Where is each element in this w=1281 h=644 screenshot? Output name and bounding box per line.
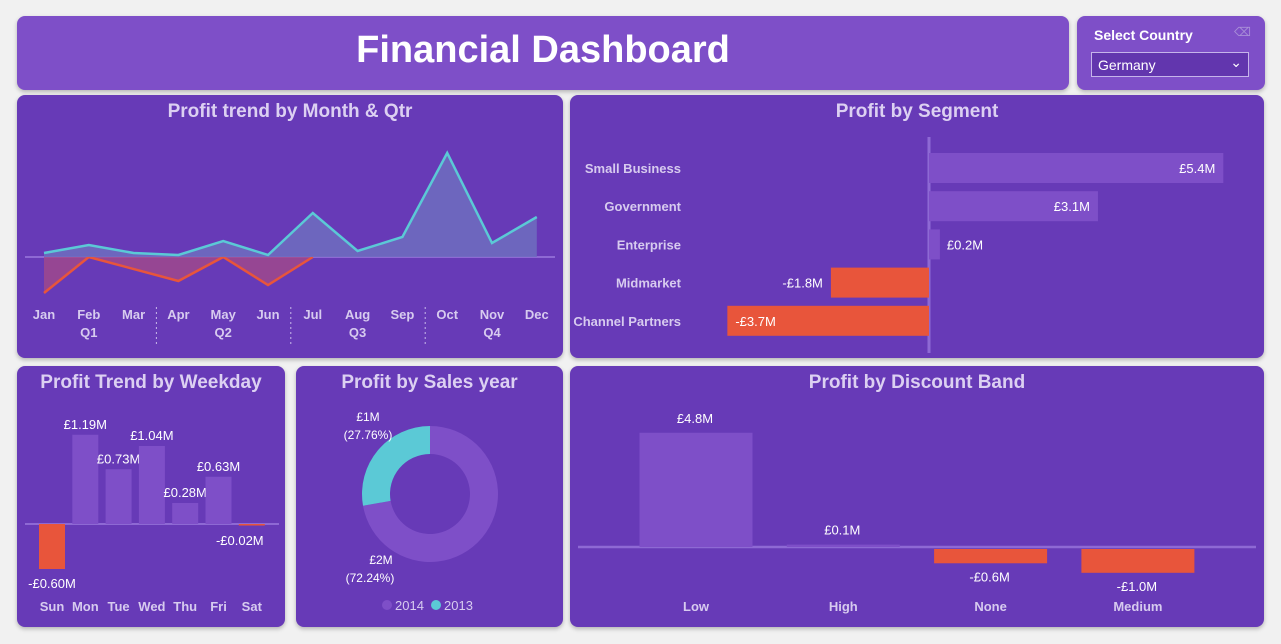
bar [929, 229, 940, 260]
page-title: Financial Dashboard [356, 29, 730, 71]
legend-marker [382, 600, 392, 610]
x-tick-label: Wed [138, 599, 165, 614]
selected-country: Germany [1098, 57, 1156, 73]
x-tick-label: Mar [122, 307, 145, 322]
quarter-label: Q1 [80, 325, 97, 340]
bar [39, 524, 65, 569]
x-tick-label: May [211, 307, 237, 322]
data-label: -£0.02M [216, 533, 264, 548]
data-label: £4.8M [677, 411, 713, 426]
data-label: -£1.0M [1117, 579, 1157, 594]
data-label: -£0.60M [28, 576, 76, 591]
x-tick-label: Apr [167, 307, 189, 322]
category-label: Small Business [585, 161, 681, 176]
x-tick-label: Low [683, 599, 710, 614]
discount-chart: £4.8M Low £0.1M High -£0.6M None -£1.0M Medium [578, 411, 1256, 614]
profit-month-card: Profit trend by Month & Qtr Jan Feb Mar Apr… [17, 95, 563, 358]
country-dropdown[interactable]: Germany ⌄ [1091, 52, 1249, 77]
data-label: -£1.8M [782, 276, 822, 291]
title-banner: Financial Dashboard [17, 16, 1069, 90]
x-tick-label: Nov [480, 307, 505, 322]
x-tick-label: High [829, 599, 858, 614]
legend-label: 2014 [395, 598, 424, 613]
profit-segment-card: Profit by Segment Small Business £5.4M Gov… [570, 95, 1264, 358]
quarter-label: Q4 [483, 325, 501, 340]
x-tick-label: Sun [40, 599, 65, 614]
x-tick-label: None [974, 599, 1007, 614]
profit-weekday-card: Profit Trend by Weekday -£0.60M Sun £1.19M… [17, 366, 285, 627]
quarter-label: Q2 [215, 325, 232, 340]
percent-label: (72.24%) [346, 571, 395, 585]
x-tick-label: Sat [242, 599, 263, 614]
x-tick-label: Medium [1113, 599, 1162, 614]
x-tick-label: Tue [108, 599, 130, 614]
data-label: £1.04M [130, 428, 173, 443]
x-tick-label: Mon [72, 599, 99, 614]
bar [639, 432, 753, 547]
data-label: £3.1M [1054, 199, 1090, 214]
profit-year-card: Profit by Sales year £1M (27.76%) £2M (72.2… [296, 366, 563, 627]
category-label: Government [604, 199, 681, 214]
x-tick-label: Sep [390, 307, 414, 322]
year-chart: £1M (27.76%) £2M (72.24%)2014 2013 [344, 410, 498, 613]
country-slicer[interactable]: Select Country ⌫ Germany ⌄ [1077, 16, 1265, 90]
bar [238, 524, 265, 526]
x-tick-label: Oct [436, 307, 458, 322]
bar [105, 469, 132, 524]
x-tick-label: Jan [33, 307, 55, 322]
bar [934, 549, 1048, 564]
series-2014-area [44, 153, 537, 257]
bar [72, 434, 99, 524]
data-label: £0.63M [197, 459, 240, 474]
bar [205, 476, 232, 524]
data-label: £5.4M [1179, 161, 1215, 176]
data-label: £2M [369, 553, 392, 567]
category-label: Enterprise [617, 237, 681, 252]
weekday-chart: -£0.60M Sun £1.19M Mon £0.73M Tue £1.04M Wed £0.… [25, 417, 279, 614]
category-label: Channel Partners [573, 314, 681, 329]
quarter-label: Q3 [349, 325, 366, 340]
x-tick-label: Jun [256, 307, 279, 322]
series-2013-area [44, 257, 313, 293]
legend-label: 2013 [444, 598, 473, 613]
data-label: -£3.7M [735, 314, 775, 329]
bar [830, 267, 929, 298]
month-chart: Jan Feb Mar Apr May Jun Jul Aug Sep Oct Nov Dec Q1 Q2… [25, 150, 555, 347]
bar [172, 503, 199, 524]
profit-discount-card: Profit by Discount Band £4.8M Low £0.1M Hig… [570, 366, 1264, 627]
percent-label: (27.76%) [344, 428, 393, 442]
data-label: £0.2M [947, 237, 983, 252]
chevron-down-icon: ⌄ [1230, 54, 1242, 70]
data-label: £1.19M [64, 417, 107, 432]
data-label: -£0.6M [969, 569, 1009, 584]
x-tick-label: Jul [303, 307, 322, 322]
x-tick-label: Feb [77, 307, 100, 322]
data-label: £0.73M [97, 451, 140, 466]
segment-chart: Small Business £5.4M Government £3.1M Enterp… [573, 137, 1224, 353]
data-label: £0.28M [164, 485, 207, 500]
x-tick-label: Thu [173, 599, 197, 614]
eraser-icon[interactable]: ⌫ [1234, 25, 1251, 39]
x-tick-label: Dec [525, 307, 549, 322]
legend-marker [431, 600, 441, 610]
bar [786, 544, 900, 547]
x-tick-label: Aug [345, 307, 370, 322]
slicer-label: Select Country [1094, 27, 1193, 43]
bar [1081, 549, 1195, 573]
data-label: £1M [356, 410, 379, 424]
x-tick-label: Fri [210, 599, 227, 614]
data-label: £0.1M [824, 523, 860, 538]
bar [138, 446, 165, 524]
category-label: Midmarket [616, 276, 682, 291]
